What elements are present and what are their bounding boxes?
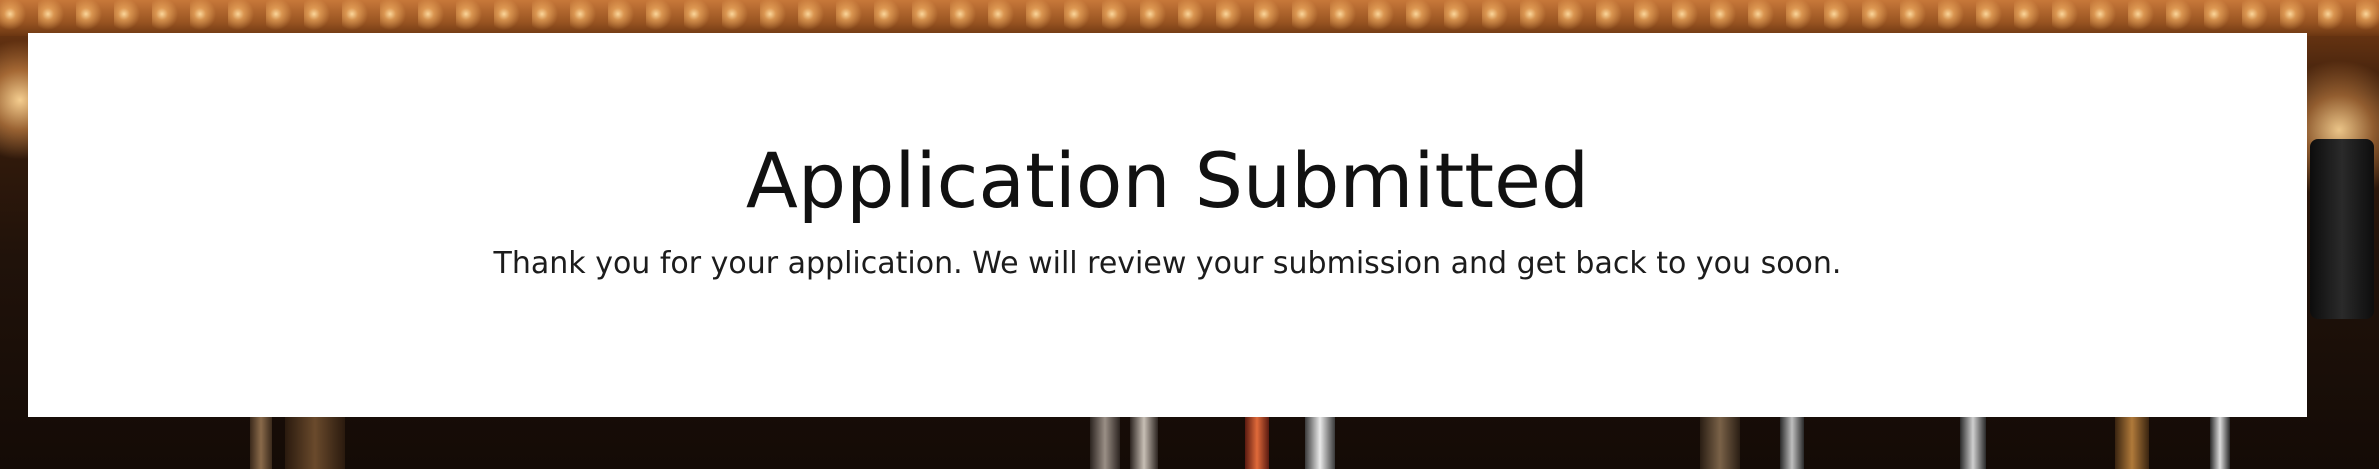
confirmation-card: Application Submitted Thank you for your… xyxy=(28,33,2307,417)
page-title: Application Submitted xyxy=(745,136,1590,225)
bottle-image xyxy=(2210,413,2230,469)
confirmation-message: Thank you for your application. We will … xyxy=(493,246,1842,282)
bottle-image xyxy=(2310,139,2374,319)
string-lights-image xyxy=(0,0,2379,36)
bottle-image xyxy=(285,409,345,469)
bottle-image xyxy=(1700,409,1740,469)
